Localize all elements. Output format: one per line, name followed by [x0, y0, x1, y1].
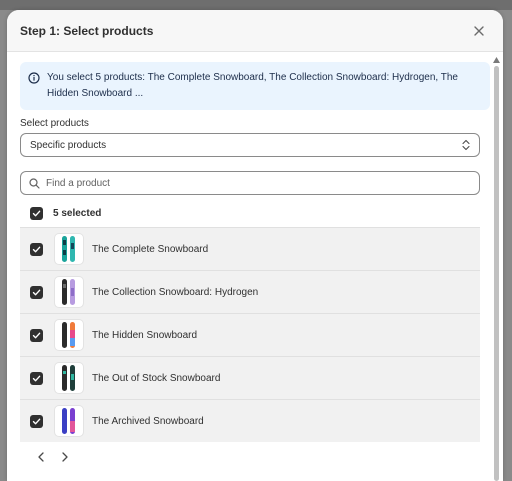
row-checkbox[interactable] — [30, 414, 43, 428]
product-scope-value: Specific products — [30, 139, 107, 151]
backdrop — [0, 0, 512, 10]
product-name: The Collection Snowboard: Hydrogen — [92, 286, 259, 298]
close-icon — [474, 25, 484, 36]
select-products-label: Select products — [20, 118, 89, 129]
list-item[interactable]: The Archived Snowboard — [20, 399, 480, 442]
product-scope-select[interactable]: Specific products — [20, 133, 480, 157]
row-checkbox[interactable] — [30, 371, 43, 385]
row-checkbox[interactable] — [30, 328, 43, 342]
next-page-button[interactable] — [58, 450, 72, 464]
modal-header: Step 1: Select products — [7, 10, 503, 52]
product-thumbnail — [54, 233, 84, 265]
search-input[interactable]: Find a product — [20, 171, 480, 195]
search-placeholder: Find a product — [46, 177, 110, 189]
chevron-left-icon — [38, 452, 44, 462]
product-thumbnail — [54, 362, 84, 394]
list-item[interactable]: The Complete Snowboard — [20, 227, 480, 270]
product-name: The Out of Stock Snowboard — [92, 372, 221, 384]
product-name: The Hidden Snowboard — [92, 329, 198, 341]
product-list: The Complete Snowboard The Collection Sn… — [20, 227, 480, 442]
pagination — [20, 442, 480, 472]
scroll-up-arrow-icon[interactable] — [493, 57, 500, 63]
close-button[interactable] — [469, 21, 489, 41]
check-icon — [32, 418, 41, 424]
info-banner: You select 5 products: The Complete Snow… — [20, 62, 490, 110]
banner-text: You select 5 products: The Complete Snow… — [47, 72, 458, 99]
check-icon — [32, 332, 41, 338]
list-item[interactable]: The Hidden Snowboard — [20, 313, 480, 356]
row-checkbox[interactable] — [30, 285, 43, 299]
select-chevron-icon — [462, 139, 470, 151]
product-thumbnail — [54, 319, 84, 351]
list-header: 5 selected — [20, 199, 480, 227]
chevron-right-icon — [62, 452, 68, 462]
modal-body: You select 5 products: The Complete Snow… — [7, 52, 503, 481]
list-item[interactable]: The Collection Snowboard: Hydrogen — [20, 270, 480, 313]
check-icon — [32, 375, 41, 381]
search-icon — [29, 177, 40, 189]
scrollbar-thumb[interactable] — [494, 66, 499, 481]
product-name: The Complete Snowboard — [92, 243, 209, 255]
selected-count: 5 selected — [53, 207, 102, 219]
modal-title: Step 1: Select products — [20, 23, 154, 38]
previous-page-button[interactable] — [34, 450, 48, 464]
check-icon — [32, 210, 41, 216]
check-icon — [32, 246, 41, 252]
product-name: The Archived Snowboard — [92, 415, 204, 427]
check-icon — [32, 289, 41, 295]
list-item[interactable]: The Out of Stock Snowboard — [20, 356, 480, 399]
product-thumbnail — [54, 405, 84, 437]
product-thumbnail — [54, 276, 84, 308]
select-all-checkbox[interactable] — [30, 206, 43, 220]
row-checkbox[interactable] — [30, 242, 43, 256]
info-icon — [28, 72, 40, 84]
select-products-modal: Step 1: Select products You select 5 pro… — [7, 10, 503, 481]
